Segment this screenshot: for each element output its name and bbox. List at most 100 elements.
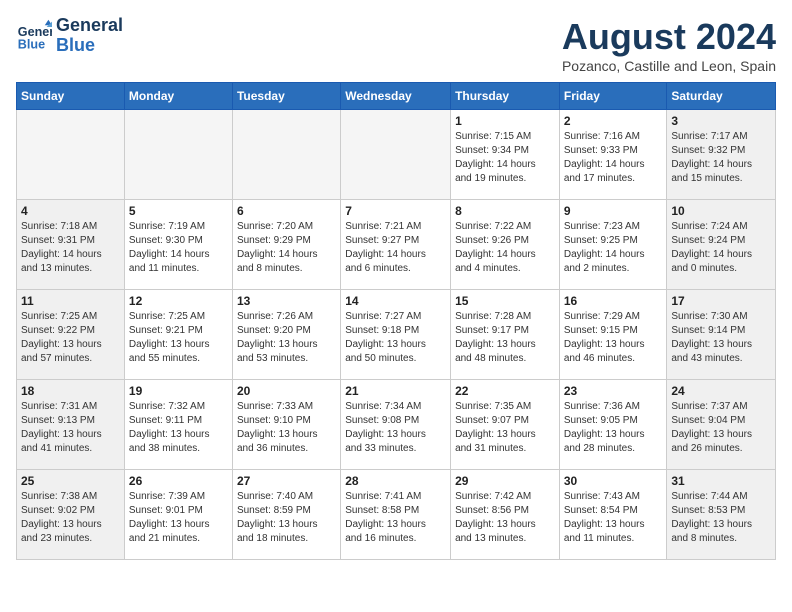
day-number: 23 <box>564 384 663 398</box>
day-number: 19 <box>129 384 228 398</box>
day-info: Sunrise: 7:31 AM Sunset: 9:13 PM Dayligh… <box>21 400 120 456</box>
day-number: 22 <box>455 384 555 398</box>
calendar-cell: 24Sunrise: 7:37 AM Sunset: 9:04 PM Dayli… <box>667 380 776 470</box>
header: General Blue General Blue August 2024 Po… <box>16 16 776 74</box>
day-info: Sunrise: 7:24 AM Sunset: 9:24 PM Dayligh… <box>671 220 771 276</box>
day-number: 13 <box>237 294 336 308</box>
calendar-cell: 23 Sunrise: 7:36 AM Sunset: 9:05 PM Dayli… <box>559 380 667 470</box>
calendar-table: SundayMondayTuesdayWednesdayThursdayFrid… <box>16 82 776 560</box>
day-info: Sunrise: 7:29 AM Sunset: 9:15 PM Dayligh… <box>564 310 663 366</box>
month-title: August 2024 <box>562 16 776 58</box>
calendar-cell: 9 Sunrise: 7:23 AM Sunset: 9:25 PM Daylig… <box>559 200 667 290</box>
day-number: 15 <box>455 294 555 308</box>
svg-text:Blue: Blue <box>18 37 45 51</box>
calendar-cell: 17Sunrise: 7:30 AM Sunset: 9:14 PM Dayli… <box>667 290 776 380</box>
day-info: Sunrise: 7:42 AM Sunset: 8:56 PM Dayligh… <box>455 490 555 546</box>
day-info: Sunrise: 7:36 AM Sunset: 9:05 PM Dayligh… <box>564 400 663 456</box>
calendar-cell: 3Sunrise: 7:17 AM Sunset: 9:32 PM Daylig… <box>667 110 776 200</box>
calendar-cell: 2 Sunrise: 7:16 AM Sunset: 9:33 PM Daylig… <box>559 110 667 200</box>
day-number: 6 <box>237 204 336 218</box>
calendar-cell: 19 Sunrise: 7:32 AM Sunset: 9:11 PM Dayli… <box>124 380 232 470</box>
day-info: Sunrise: 7:44 AM Sunset: 8:53 PM Dayligh… <box>671 490 771 546</box>
calendar-cell: 31 Sunrise: 7:44 AM Sunset: 8:53 PM Dayli… <box>667 470 776 560</box>
calendar-week-row: 11 Sunrise: 7:25 AM Sunset: 9:22 PM Dayli… <box>17 290 776 380</box>
day-number: 27 <box>237 474 336 488</box>
calendar-cell: 5 Sunrise: 7:19 AM Sunset: 9:30 PM Daylig… <box>124 200 232 290</box>
day-info: Sunrise: 7:25 AM Sunset: 9:21 PM Dayligh… <box>129 310 228 366</box>
day-info: Sunrise: 7:43 AM Sunset: 8:54 PM Dayligh… <box>564 490 663 546</box>
calendar-week-row: 18 Sunrise: 7:31 AM Sunset: 9:13 PM Dayli… <box>17 380 776 470</box>
day-info: Sunrise: 7:28 AM Sunset: 9:17 PM Dayligh… <box>455 310 555 366</box>
day-info: Sunrise: 7:22 AM Sunset: 9:26 PM Dayligh… <box>455 220 555 276</box>
day-info: Sunrise: 7:38 AM Sunset: 9:02 PM Dayligh… <box>21 490 120 546</box>
calendar-cell: 1 Sunrise: 7:15 AM Sunset: 9:34 PM Daylig… <box>451 110 560 200</box>
logo-icon: General Blue <box>16 18 52 54</box>
day-info: Sunrise: 7:17 AM Sunset: 9:32 PM Dayligh… <box>671 130 771 186</box>
calendar-week-row: 4Sunrise: 7:18 AM Sunset: 9:31 PM Daylig… <box>17 200 776 290</box>
day-number: 1 <box>455 114 555 128</box>
calendar-cell: 26Sunrise: 7:39 AM Sunset: 9:01 PM Dayli… <box>124 470 232 560</box>
calendar-cell: 21 Sunrise: 7:34 AM Sunset: 9:08 PM Dayli… <box>341 380 451 470</box>
day-number: 21 <box>345 384 446 398</box>
location: Pozanco, Castille and Leon, Spain <box>562 58 776 74</box>
day-info: Sunrise: 7:20 AM Sunset: 9:29 PM Dayligh… <box>237 220 336 276</box>
day-info: Sunrise: 7:18 AM Sunset: 9:31 PM Dayligh… <box>21 220 120 276</box>
day-number: 9 <box>564 204 663 218</box>
calendar-cell: 7Sunrise: 7:21 AM Sunset: 9:27 PM Daylig… <box>341 200 451 290</box>
weekday-header: Saturday <box>667 83 776 110</box>
calendar-cell: 4Sunrise: 7:18 AM Sunset: 9:31 PM Daylig… <box>17 200 125 290</box>
weekday-header: Monday <box>124 83 232 110</box>
day-number: 12 <box>129 294 228 308</box>
calendar-cell: 18 Sunrise: 7:31 AM Sunset: 9:13 PM Dayli… <box>17 380 125 470</box>
calendar-cell: 25Sunrise: 7:38 AM Sunset: 9:02 PM Dayli… <box>17 470 125 560</box>
day-info: Sunrise: 7:32 AM Sunset: 9:11 PM Dayligh… <box>129 400 228 456</box>
weekday-header: Sunday <box>17 83 125 110</box>
calendar-cell: 13Sunrise: 7:26 AM Sunset: 9:20 PM Dayli… <box>232 290 340 380</box>
day-info: Sunrise: 7:25 AM Sunset: 9:22 PM Dayligh… <box>21 310 120 366</box>
calendar-cell: 14Sunrise: 7:27 AM Sunset: 9:18 PM Dayli… <box>341 290 451 380</box>
day-info: Sunrise: 7:33 AM Sunset: 9:10 PM Dayligh… <box>237 400 336 456</box>
day-number: 8 <box>455 204 555 218</box>
day-number: 16 <box>564 294 663 308</box>
weekday-header: Wednesday <box>341 83 451 110</box>
day-info: Sunrise: 7:40 AM Sunset: 8:59 PM Dayligh… <box>237 490 336 546</box>
day-info: Sunrise: 7:15 AM Sunset: 9:34 PM Dayligh… <box>455 130 555 186</box>
calendar-cell <box>17 110 125 200</box>
day-number: 11 <box>21 294 120 308</box>
day-info: Sunrise: 7:23 AM Sunset: 9:25 PM Dayligh… <box>564 220 663 276</box>
day-number: 31 <box>671 474 771 488</box>
day-number: 24 <box>671 384 771 398</box>
day-info: Sunrise: 7:16 AM Sunset: 9:33 PM Dayligh… <box>564 130 663 186</box>
title-area: August 2024 Pozanco, Castille and Leon, … <box>562 16 776 74</box>
day-info: Sunrise: 7:19 AM Sunset: 9:30 PM Dayligh… <box>129 220 228 276</box>
day-number: 29 <box>455 474 555 488</box>
logo: General Blue General Blue <box>16 16 123 56</box>
calendar-cell: 20 Sunrise: 7:33 AM Sunset: 9:10 PM Dayli… <box>232 380 340 470</box>
calendar-cell <box>341 110 451 200</box>
calendar-cell: 27 Sunrise: 7:40 AM Sunset: 8:59 PM Dayli… <box>232 470 340 560</box>
day-number: 2 <box>564 114 663 128</box>
calendar-cell: 16 Sunrise: 7:29 AM Sunset: 9:15 PM Dayli… <box>559 290 667 380</box>
calendar-cell: 15 Sunrise: 7:28 AM Sunset: 9:17 PM Dayli… <box>451 290 560 380</box>
calendar-cell: 8 Sunrise: 7:22 AM Sunset: 9:26 PM Daylig… <box>451 200 560 290</box>
weekday-header: Tuesday <box>232 83 340 110</box>
calendar-cell: 29 Sunrise: 7:42 AM Sunset: 8:56 PM Dayli… <box>451 470 560 560</box>
day-number: 7 <box>345 204 446 218</box>
day-number: 5 <box>129 204 228 218</box>
logo-text: General Blue <box>56 16 123 56</box>
calendar-cell <box>124 110 232 200</box>
day-number: 28 <box>345 474 446 488</box>
calendar-cell: 10Sunrise: 7:24 AM Sunset: 9:24 PM Dayli… <box>667 200 776 290</box>
weekday-header: Thursday <box>451 83 560 110</box>
day-info: Sunrise: 7:27 AM Sunset: 9:18 PM Dayligh… <box>345 310 446 366</box>
day-number: 18 <box>21 384 120 398</box>
day-number: 20 <box>237 384 336 398</box>
weekday-header-row: SundayMondayTuesdayWednesdayThursdayFrid… <box>17 83 776 110</box>
calendar-week-row: 25Sunrise: 7:38 AM Sunset: 9:02 PM Dayli… <box>17 470 776 560</box>
day-info: Sunrise: 7:34 AM Sunset: 9:08 PM Dayligh… <box>345 400 446 456</box>
day-info: Sunrise: 7:41 AM Sunset: 8:58 PM Dayligh… <box>345 490 446 546</box>
calendar-cell <box>232 110 340 200</box>
day-info: Sunrise: 7:30 AM Sunset: 9:14 PM Dayligh… <box>671 310 771 366</box>
calendar-cell: 30Sunrise: 7:43 AM Sunset: 8:54 PM Dayli… <box>559 470 667 560</box>
calendar-cell: 6 Sunrise: 7:20 AM Sunset: 9:29 PM Daylig… <box>232 200 340 290</box>
